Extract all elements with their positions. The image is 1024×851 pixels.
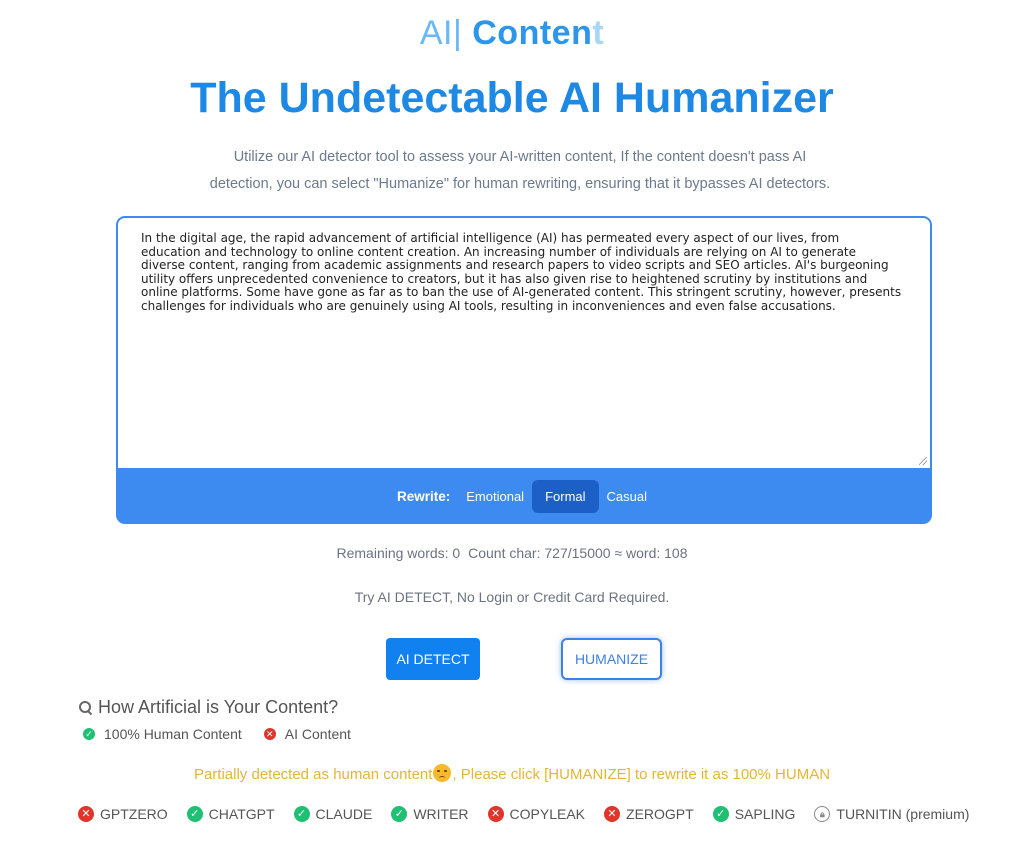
result-heading-text: How Artificial is Your Content?: [98, 697, 339, 717]
check-icon: ✓: [391, 806, 408, 822]
detector-name: WRITER: [413, 806, 469, 822]
sad-face-icon: [433, 764, 452, 782]
detector-name: COPYLEAK: [509, 806, 586, 822]
detector-zerogpt: ✕ ZEROGPT: [604, 806, 694, 822]
brand-part-3: t: [592, 14, 605, 52]
partial-detection-message: Partially detected as human content , Ple…: [0, 764, 1024, 783]
rewrite-option-formal[interactable]: Formal: [532, 479, 599, 513]
detector-name: CHATGPT: [208, 806, 275, 822]
rewrite-label: Rewrite:: [397, 488, 451, 504]
detector-name: GPTZERO: [100, 806, 168, 822]
subtitle-line-1: Utilize our AI detector tool to assess y…: [233, 149, 807, 165]
page-subtitle: Utilize our AI detector tool to assess y…: [200, 144, 840, 198]
check-icon: ✓: [293, 806, 310, 822]
detector-claude: ✓ CLAUDE: [293, 806, 373, 822]
partial-text-before: Partially detected as human content: [193, 766, 433, 783]
detector-name: TURNITIN (premium): [836, 806, 970, 822]
cross-icon: ✕: [263, 728, 276, 740]
humanize-button[interactable]: HUMANIZE: [561, 638, 662, 680]
check-icon: ✓: [712, 806, 729, 822]
editor-panel: In the digital age, the rapid advancemen…: [116, 216, 932, 524]
page-title: The Undetectable AI Humanizer: [190, 74, 834, 122]
legend-ai: ✕ AI Content: [263, 726, 351, 742]
magnifier-icon: [79, 700, 93, 715]
detector-turnitin[interactable]: 🔒︎ TURNITIN (premium): [814, 806, 969, 822]
cross-icon: ✕: [487, 806, 504, 822]
content-textarea[interactable]: In the digital age, the rapid advancemen…: [117, 217, 931, 469]
legend-ai-label: AI Content: [284, 726, 351, 742]
detector-list: ✕ GPTZERO ✓ CHATGPT ✓ CLAUDE ✓ WRITER ✕ …: [78, 806, 969, 822]
result-heading: How Artificial is Your Content?: [79, 697, 338, 718]
brand-part-2: Conten: [462, 14, 593, 52]
legend-human-label: 100% Human Content: [104, 726, 242, 742]
cross-icon: ✕: [604, 806, 621, 822]
word-count-stats: Remaining words: 0 Count char: 727/15000…: [0, 545, 1024, 561]
detector-copyleak: ✕ COPYLEAK: [487, 806, 586, 822]
brand-part-1: AI|: [419, 14, 463, 52]
rewrite-option-emotional[interactable]: Emotional: [462, 480, 528, 513]
cross-icon: ✕: [78, 806, 94, 822]
resize-handle-icon[interactable]: [919, 457, 927, 465]
check-icon: ✓: [83, 728, 95, 740]
partial-text-after: , Please click [HUMANIZE] to rewrite it …: [452, 766, 831, 783]
detector-name: CLAUDE: [315, 806, 373, 822]
brand-logo: AI| Content: [0, 14, 1024, 53]
detector-sapling: ✓ SAPLING: [712, 806, 796, 822]
result-legend: ✓ 100% Human Content ✕ AI Content: [83, 726, 351, 742]
char-count: Count char: 727/15000 ≈ word: 108: [468, 545, 688, 561]
try-notice: Try AI DETECT, No Login or Credit Card R…: [354, 589, 670, 605]
detector-writer: ✓ WRITER: [391, 806, 469, 822]
detector-name: ZEROGPT: [626, 806, 694, 822]
remaining-words: Remaining words: 0: [336, 545, 461, 561]
detector-name: SAPLING: [734, 806, 796, 822]
detector-chatgpt: ✓ CHATGPT: [186, 806, 275, 822]
legend-human: ✓ 100% Human Content: [83, 726, 242, 742]
lock-icon: 🔒︎: [814, 806, 831, 822]
subtitle-line-2: detection, you can select "Humanize" for…: [209, 176, 831, 192]
check-icon: ✓: [186, 806, 203, 822]
textarea-content[interactable]: In the digital age, the rapid advancemen…: [141, 231, 902, 314]
ai-detect-button[interactable]: AI DETECT: [386, 638, 480, 680]
rewrite-bar: Rewrite: Emotional Formal Casual: [116, 478, 932, 514]
detector-gptzero: ✕ GPTZERO: [78, 806, 168, 822]
rewrite-option-casual[interactable]: Casual: [603, 480, 651, 513]
